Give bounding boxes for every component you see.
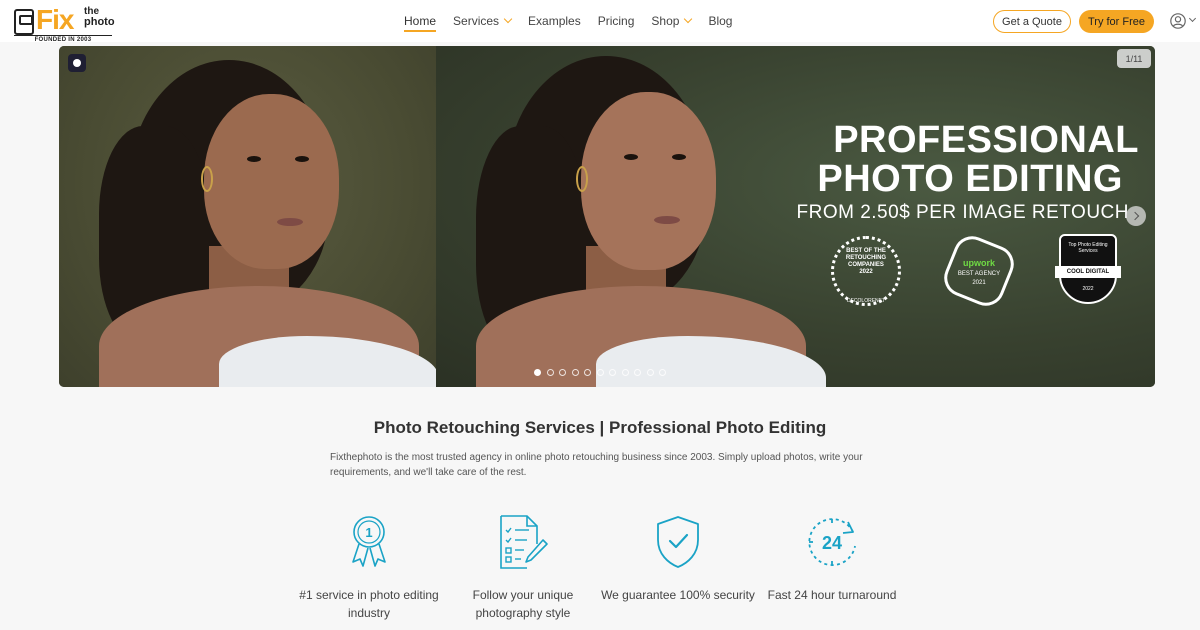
nav-label: Shop	[651, 14, 680, 28]
badge-year: 2021	[972, 280, 986, 286]
badge-title: BEST AGENCY	[957, 271, 1001, 277]
compare-toggle-icon[interactable]	[68, 54, 86, 72]
hero-title-line1: PROFESSIONAL	[833, 119, 1139, 161]
chevron-down-icon[interactable]	[1188, 14, 1197, 23]
feature-item: We guarantee 100% security	[598, 514, 758, 604]
cool-digital-badge: Top Photo Editing Services COOL DIGITAL …	[1055, 234, 1121, 306]
portrait-eye	[247, 156, 261, 162]
portrait-earring	[201, 166, 213, 192]
nav-item-blog[interactable]: Blog	[708, 0, 732, 42]
camera-logo-icon	[14, 9, 34, 35]
slide-dot[interactable]	[609, 369, 616, 376]
slide-pagination	[534, 369, 672, 376]
award-medal-icon: 1	[352, 516, 386, 567]
badge-footer: DECOLORENET	[846, 298, 886, 304]
before-photo	[59, 46, 439, 387]
portrait-face	[204, 94, 339, 269]
badge-text: Top Photo Editing Services	[1068, 242, 1108, 254]
badge-text: BEST OF THE RETOUCHING COMPANIES 2022	[845, 248, 887, 275]
fixthephoto-logo[interactable]: Fix the photo FOUNDED IN 2003	[14, 4, 115, 43]
slide-dot[interactable]	[596, 369, 604, 376]
portrait-eye	[624, 154, 638, 160]
feature-label: #1 service in photo editing industry	[299, 588, 439, 620]
feature-item: 24 Fast 24 hour turnaround	[752, 514, 912, 604]
upwork-best-agency-badge: upwork BEST AGENCY 2021	[938, 230, 1020, 312]
logo-tagline: FOUNDED IN 2003	[14, 35, 112, 43]
checklist-pencil-icon	[500, 515, 548, 569]
feature-label: Fast 24 hour turnaround	[767, 588, 897, 602]
nav-item-pricing[interactable]: Pricing	[598, 0, 635, 42]
slide-dot[interactable]	[621, 369, 629, 376]
slide-dot[interactable]	[534, 369, 541, 376]
portrait-eye	[295, 156, 309, 162]
nav-item-examples[interactable]: Examples	[528, 0, 581, 42]
portrait-eye	[672, 154, 686, 160]
upwork-logo: upwork	[962, 258, 995, 268]
portrait-lips	[654, 216, 680, 224]
best-retouching-badge: BEST OF THE RETOUCHING COMPANIES 2022 DEC…	[827, 232, 905, 310]
shield-check-icon	[657, 516, 699, 568]
portrait-lips	[277, 218, 303, 226]
slide-dot[interactable]	[559, 369, 566, 376]
nav-label: Blog	[708, 14, 733, 28]
feature-item: Follow your unique photography style	[443, 514, 603, 622]
get-a-quote-button[interactable]: Get a Quote	[993, 10, 1071, 33]
portrait-face	[581, 92, 716, 270]
try-for-free-button[interactable]: Try for Free	[1079, 10, 1154, 33]
logo-word-photo: photo	[84, 16, 115, 28]
slide-dot[interactable]	[646, 369, 654, 376]
site-header: Fix the photo FOUNDED IN 2003 Home Servi…	[0, 0, 1200, 43]
page-title: Photo Retouching Services | Professional…	[373, 418, 827, 437]
slide-dot[interactable]	[571, 369, 579, 376]
slide-dot[interactable]	[659, 369, 666, 376]
clock-24-icon: 24	[808, 518, 856, 566]
hero-subtitle: FROM 2.50$ PER IMAGE RETOUCH	[796, 202, 1129, 223]
nav-label: Home	[404, 14, 437, 28]
svg-text:24: 24	[822, 533, 842, 553]
hero-title-line2: PHOTO EDITING	[817, 158, 1123, 200]
nav-item-shop[interactable]: Shop	[651, 0, 693, 42]
slide-dot[interactable]	[584, 369, 591, 376]
chevron-down-icon	[503, 14, 513, 24]
svg-text:1: 1	[365, 525, 372, 540]
hero-slider[interactable]: 1/11 PROFESSIONAL PHOTO EDITING FROM 2.5…	[59, 46, 1155, 387]
user-circle-icon[interactable]	[1170, 13, 1186, 29]
nav-label: Pricing	[597, 14, 635, 28]
portrait-earring	[576, 166, 588, 192]
feature-item: 1 #1 service in photo editing industry	[289, 514, 449, 622]
nav-label: Examples	[528, 14, 581, 28]
slide-dot[interactable]	[546, 369, 554, 376]
nav-item-home[interactable]: Home	[404, 0, 437, 42]
slide-counter: 1/11	[1117, 49, 1151, 68]
badge-ribbon: COOL DIGITAL	[1055, 266, 1121, 278]
feature-label: Follow your unique photography style	[472, 588, 574, 620]
intro-paragraph: Fixthephoto is the most trusted agency i…	[330, 452, 863, 478]
next-slide-button[interactable]	[1126, 206, 1146, 226]
feature-label: We guarantee 100% security	[601, 588, 755, 602]
logo-word: Fix	[36, 4, 74, 35]
badge-year: 2022	[1082, 286, 1094, 292]
main-nav: Home Services Examples Pricing Shop Blog	[404, 0, 749, 42]
nav-item-services[interactable]: Services	[453, 0, 513, 42]
chevron-down-icon	[684, 14, 693, 24]
slide-dot[interactable]	[634, 369, 641, 376]
nav-label: Services	[453, 14, 500, 28]
